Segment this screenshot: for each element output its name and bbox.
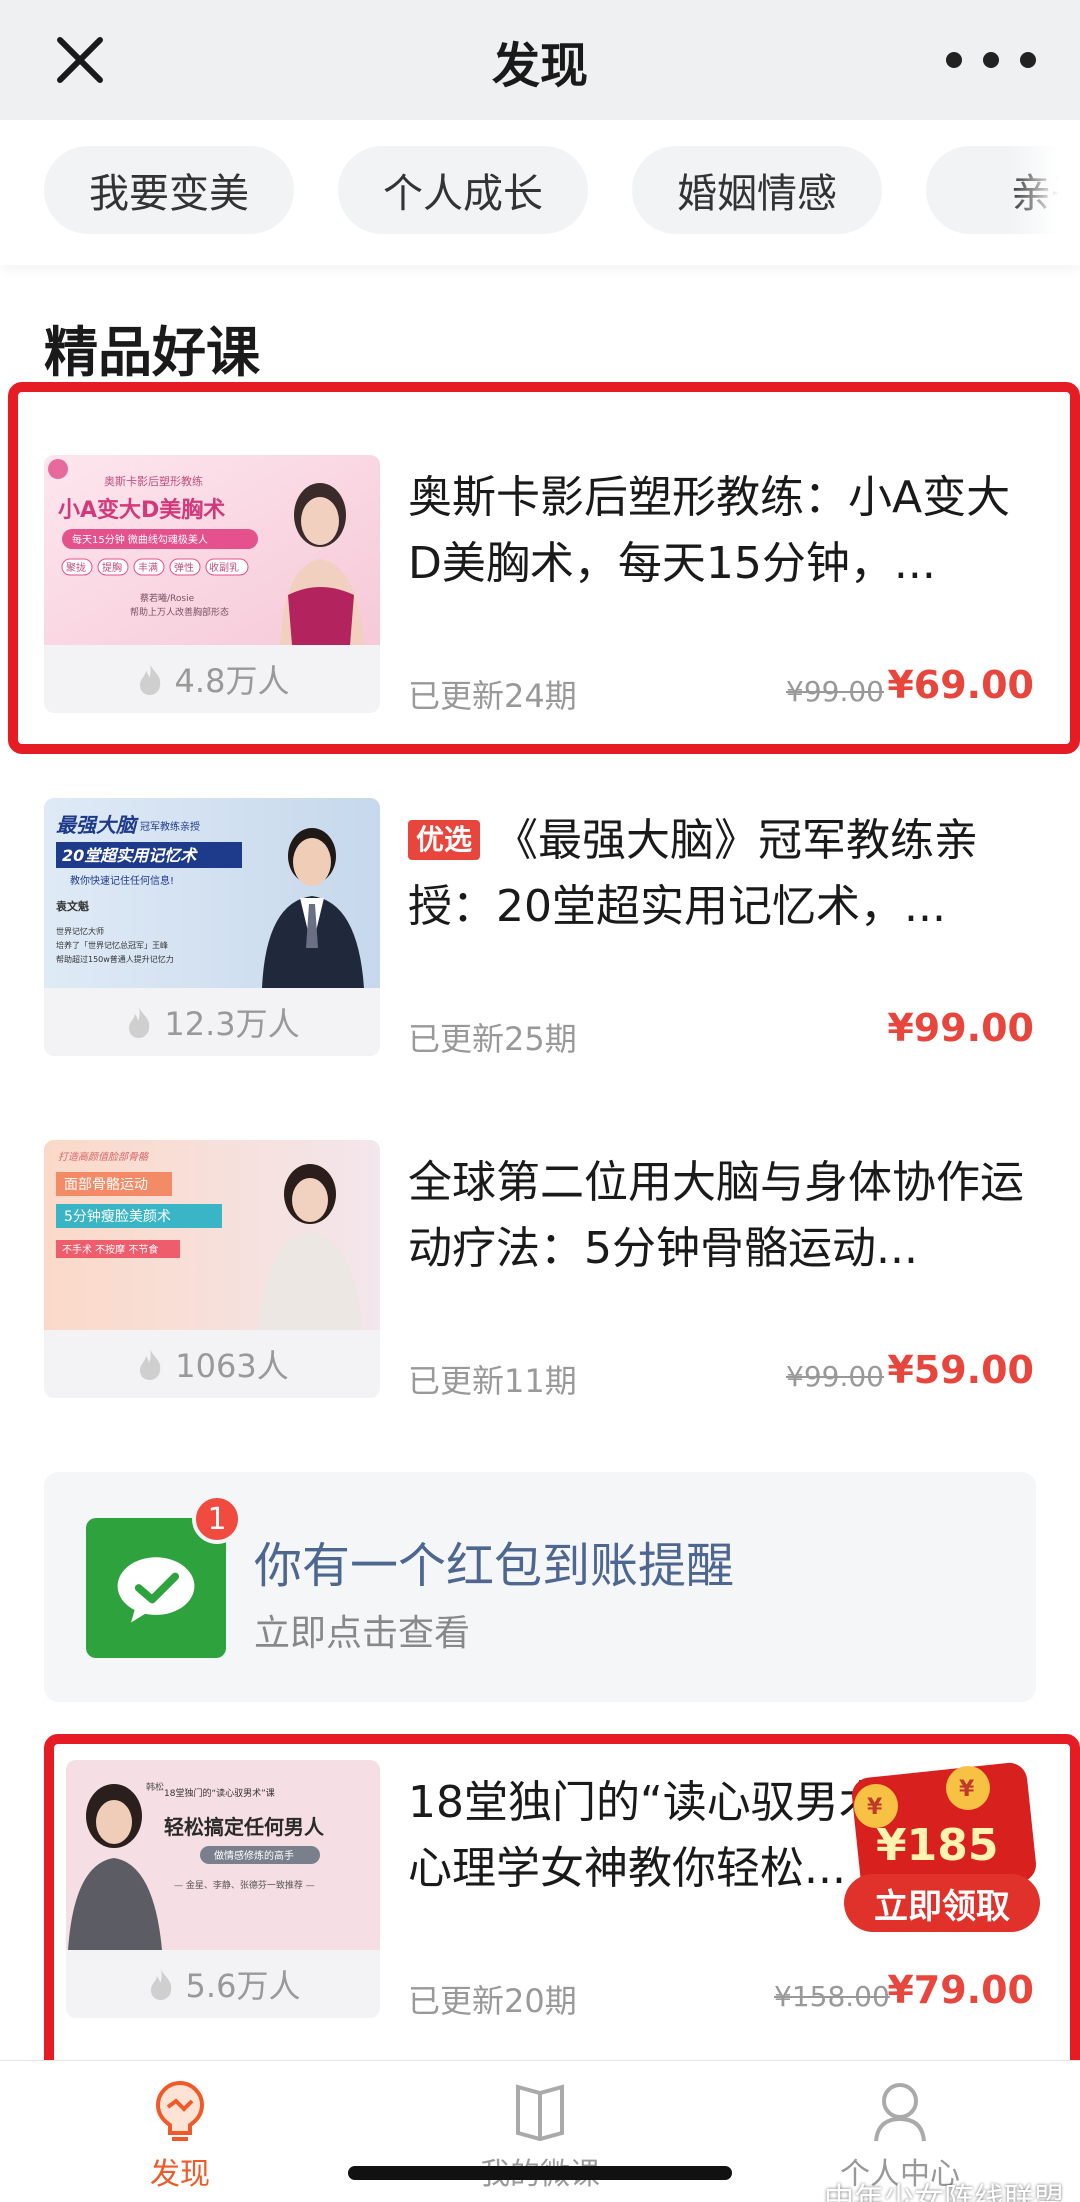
course-card[interactable]: 最强大脑 冠军教练亲授 20堂超实用记忆术 教你快速记住任何信息! 袁文魁 世界… bbox=[0, 798, 1080, 1118]
svg-text:5分钟瘦脸美颜术: 5分钟瘦脸美颜术 bbox=[64, 1208, 171, 1225]
book-icon bbox=[516, 2084, 564, 2142]
svg-text:聚拢: 聚拢 bbox=[66, 561, 86, 574]
course-cover-image: 18堂独门的“读心驭男术”课 轻松搞定任何男人 做情感修炼的高手 — 金星、李静… bbox=[66, 1760, 380, 1950]
course-thumbnail: 奥斯卡影后塑形教练 小A变大D美胸术 每天15分钟 微曲线勾魂极美人 聚拢 提胸… bbox=[44, 455, 380, 713]
red-packet-notice[interactable]: 1 你有一个红包到账提醒 立即点击查看 bbox=[44, 1472, 1036, 1702]
more-dot-icon bbox=[1020, 52, 1036, 68]
category-tabs: 我要变美 个人成长 婚姻情感 亲子 bbox=[0, 120, 1080, 265]
svg-text:收副乳: 收副乳 bbox=[209, 561, 239, 574]
svg-text:做情感修炼的高手: 做情感修炼的高手 bbox=[214, 1849, 294, 1862]
original-price: ¥99.00 bbox=[786, 1360, 884, 1393]
tab-marriage[interactable]: 婚姻情感 bbox=[632, 146, 882, 234]
update-status: 已更新24期 bbox=[408, 677, 577, 715]
learner-count-text: 5.6万人 bbox=[185, 1967, 301, 2005]
course-title-text: 《最强大脑》冠军教练亲授：20堂超实用记忆术，... bbox=[408, 815, 979, 932]
svg-text:帮助上万人改善胸部形态: 帮助上万人改善胸部形态 bbox=[130, 606, 229, 618]
svg-text:蔡若曦/Rosie: 蔡若曦/Rosie bbox=[140, 592, 195, 604]
notice-subtitle: 立即点击查看 bbox=[254, 1613, 471, 1654]
update-status: 已更新25期 bbox=[408, 1020, 577, 1058]
tabs-fade bbox=[1010, 120, 1080, 265]
learner-count-text: 1063人 bbox=[175, 1347, 289, 1385]
svg-text:教你快速记住任何信息!: 教你快速记住任何信息! bbox=[70, 874, 174, 887]
course-title: 优选 《最强大脑》冠军教练亲授：20堂超实用记忆术，... bbox=[408, 808, 1028, 940]
learner-count: 12.3万人 bbox=[44, 988, 380, 1056]
svg-text:丰满: 丰满 bbox=[138, 561, 158, 574]
price: ¥79.00 bbox=[887, 1968, 1034, 2012]
watermark: 中年少女阵线联盟 bbox=[786, 2174, 1064, 2202]
price: ¥69.00 bbox=[887, 663, 1034, 707]
svg-text:打造高颜值脸部骨骼: 打造高颜值脸部骨骼 bbox=[58, 1151, 150, 1163]
original-price: ¥99.00 bbox=[786, 675, 884, 708]
watermark-text: 中年少女阵线联盟 bbox=[824, 2182, 1064, 2202]
learner-count-text: 12.3万人 bbox=[164, 1005, 300, 1043]
svg-text:每天15分钟 微曲线勾魂极美人: 每天15分钟 微曲线勾魂极美人 bbox=[72, 533, 208, 546]
tab-beauty[interactable]: 我要变美 bbox=[44, 146, 294, 234]
update-status: 已更新11期 bbox=[408, 1362, 577, 1400]
learner-count: 1063人 bbox=[44, 1330, 380, 1398]
course-cover-image: 奥斯卡影后塑形教练 小A变大D美胸术 每天15分钟 微曲线勾魂极美人 聚拢 提胸… bbox=[44, 455, 380, 645]
svg-text:韩松: 韩松 bbox=[146, 1781, 164, 1793]
learner-count-text: 4.8万人 bbox=[174, 662, 290, 700]
top-bar: 发现 bbox=[0, 0, 1080, 120]
course-title: 全球第二位用大脑与身体协作运动疗法：5分钟骨骼运动... bbox=[408, 1157, 1024, 1274]
person-icon bbox=[874, 2083, 926, 2142]
svg-text:18堂独门的“读心驭男术”课: 18堂独门的“读心驭男术”课 bbox=[164, 1787, 275, 1799]
learner-count: 5.6万人 bbox=[66, 1950, 380, 2018]
svg-text:最强大脑: 最强大脑 bbox=[56, 813, 139, 837]
watermark-icon bbox=[786, 2181, 816, 2202]
fire-icon bbox=[140, 1349, 161, 1380]
svg-text:奥斯卡影后塑形教练: 奥斯卡影后塑形教练 bbox=[104, 474, 203, 488]
fire-icon bbox=[129, 1007, 150, 1038]
svg-text:¥: ¥ bbox=[959, 1777, 975, 1802]
svg-text:提胸: 提胸 bbox=[102, 561, 122, 574]
course-card[interactable]: 打造高颜值脸部骨骼 面部骨骼运动 5分钟瘦脸美颜术 不手术 不按摩 不节食 10… bbox=[0, 1140, 1080, 1460]
nav-label: 发现 bbox=[150, 2157, 210, 2192]
fire-icon bbox=[150, 1969, 171, 2000]
course-thumbnail: 最强大脑 冠军教练亲授 20堂超实用记忆术 教你快速记住任何信息! 袁文魁 世界… bbox=[44, 798, 380, 1056]
learner-count: 4.8万人 bbox=[44, 645, 380, 713]
svg-text:袁文魁: 袁文魁 bbox=[55, 899, 89, 913]
featured-badge: 优选 bbox=[408, 820, 481, 860]
course-cover-image: 打造高颜值脸部骨骼 面部骨骼运动 5分钟瘦脸美颜术 不手术 不按摩 不节食 bbox=[44, 1140, 380, 1330]
svg-text:轻松搞定任何男人: 轻松搞定任何男人 bbox=[164, 1815, 325, 1839]
svg-text:¥: ¥ bbox=[867, 1795, 883, 1820]
more-dot-icon bbox=[946, 52, 962, 68]
tab-growth[interactable]: 个人成长 bbox=[338, 146, 588, 234]
nav-item-discover[interactable]: 发现 bbox=[60, 2061, 300, 2202]
update-status: 已更新20期 bbox=[408, 1982, 577, 2020]
svg-text:20堂超实用记忆术: 20堂超实用记忆术 bbox=[62, 846, 198, 865]
svg-text:冠军教练亲授: 冠军教练亲授 bbox=[140, 820, 200, 833]
course-cover-image: 最强大脑 冠军教练亲授 20堂超实用记忆术 教你快速记住任何信息! 袁文魁 世界… bbox=[44, 798, 380, 988]
svg-text:— 金星、李静、张德芬一致推荐 —: — 金星、李静、张德芬一致推荐 — bbox=[174, 1879, 315, 1891]
svg-text:小A变大D美胸术: 小A变大D美胸术 bbox=[58, 497, 225, 523]
course-thumbnail: 打造高颜值脸部骨骼 面部骨骼运动 5分钟瘦脸美颜术 不手术 不按摩 不节食 10… bbox=[44, 1140, 380, 1398]
svg-text:培养了「世界记忆总冠军」王峰: 培养了「世界记忆总冠军」王峰 bbox=[56, 940, 168, 950]
original-price: ¥158.00 bbox=[774, 1980, 890, 2013]
red-packet-amount: ¥185 bbox=[876, 1820, 999, 1871]
svg-text:帮助超过150w普通人提升记忆力: 帮助超过150w普通人提升记忆力 bbox=[56, 954, 174, 964]
more-button[interactable] bbox=[946, 30, 1036, 90]
svg-text:弹性: 弹性 bbox=[174, 561, 194, 574]
notice-title: 你有一个红包到账提醒 bbox=[254, 1538, 735, 1594]
course-title: 奥斯卡影后塑形教练：小A变大D美胸术，每天15分钟，... bbox=[408, 472, 1011, 589]
nav-item-my-courses[interactable]: 我的微课 bbox=[420, 2061, 660, 2202]
svg-text:世界记忆大师: 世界记忆大师 bbox=[56, 926, 104, 936]
course-card[interactable]: 奥斯卡影后塑形教练 小A变大D美胸术 每天15分钟 微曲线勾魂极美人 聚拢 提胸… bbox=[0, 455, 1080, 775]
price: ¥59.00 bbox=[887, 1348, 1034, 1392]
red-packet-popup[interactable]: ¥ ¥ ¥185 立即领取 bbox=[836, 1752, 1046, 1942]
notification-badge: 1 bbox=[192, 1494, 242, 1544]
section-title: 精品好课 bbox=[44, 321, 260, 384]
home-indicator[interactable] bbox=[348, 2166, 732, 2180]
fire-icon bbox=[139, 664, 160, 695]
claim-button[interactable]: 立即领取 bbox=[844, 1874, 1040, 1932]
page-title: 发现 bbox=[491, 38, 588, 94]
more-dot-icon bbox=[983, 52, 999, 68]
svg-text:面部骨骼运动: 面部骨骼运动 bbox=[64, 1177, 148, 1193]
price: ¥99.00 bbox=[887, 1006, 1034, 1050]
discover-icon bbox=[155, 2080, 205, 2141]
svg-text:不手术 不按摩 不节食: 不手术 不按摩 不节食 bbox=[62, 1243, 158, 1256]
course-thumbnail: 18堂独门的“读心驭男术”课 轻松搞定任何男人 做情感修炼的高手 — 金星、李静… bbox=[66, 1760, 380, 2018]
